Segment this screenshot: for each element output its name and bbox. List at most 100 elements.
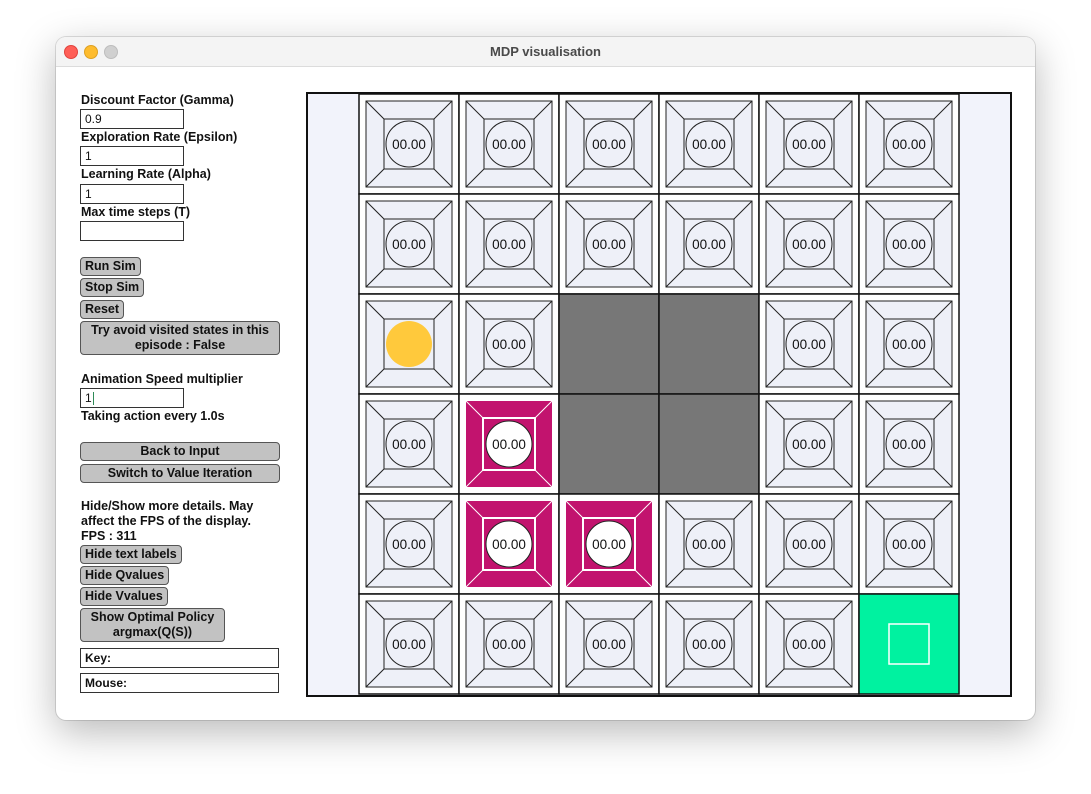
animation-speed-value: 1 (85, 391, 92, 405)
grid-cell-5-5[interactable] (858, 593, 960, 695)
back-to-input-button[interactable]: Back to Input (80, 442, 280, 461)
avoid-visited-line2: episode : False (134, 338, 226, 352)
grid-cell-5-4[interactable]: 00.00 (758, 593, 860, 695)
grid-cell-2-1[interactable]: 00.00 (458, 293, 560, 395)
grid-cell-2-5[interactable]: 00.00 (858, 293, 960, 395)
state-value-label: 00.00 (592, 237, 626, 252)
details-hint-line1: Hide/Show more details. May (81, 499, 254, 513)
grid-cell-0-3[interactable]: 00.00 (658, 94, 760, 195)
fps-counter: FPS : 311 (81, 529, 137, 543)
state-value-label: 00.00 (492, 637, 526, 652)
goal-cell (858, 593, 960, 695)
state-value-label: 00.00 (692, 637, 726, 652)
state-value-label: 00.00 (892, 337, 926, 352)
grid-cell-2-0[interactable] (358, 293, 460, 395)
grid-world: 00.00 00.00 00.00 00.00 00.00 00.00 00.00 00.00… (306, 92, 1012, 697)
grid-cell-4-2[interactable]: 00.00 (558, 493, 660, 595)
state-value-label: 00.00 (692, 537, 726, 552)
grid-cell-2-4[interactable]: 00.00 (758, 293, 860, 395)
epsilon-input[interactable]: 1 (80, 146, 184, 166)
grid-cell-1-1[interactable]: 00.00 (458, 193, 560, 295)
grid-cell-0-1[interactable]: 00.00 (458, 94, 560, 195)
grid-cell-2-2[interactable] (558, 293, 660, 395)
app-window: MDP visualisation Discount Factor (Gamma… (56, 37, 1035, 720)
state-value-label: 00.00 (892, 237, 926, 252)
window-title: MDP visualisation (489, 44, 601, 59)
grid-cell-5-1[interactable]: 00.00 (458, 593, 560, 695)
optimal-policy-line2: argmax(Q(S)) (112, 625, 193, 639)
state-value-label: 00.00 (792, 337, 826, 352)
grid-cell-4-5[interactable]: 00.00 (858, 493, 960, 595)
grid-cell-5-3[interactable]: 00.00 (658, 593, 760, 695)
state-value-label: 00.00 (392, 637, 426, 652)
grid-cell-2-3[interactable] (658, 293, 760, 395)
grid-cell-4-4[interactable]: 00.00 (758, 493, 860, 595)
mouse-status: Mouse: (80, 673, 279, 693)
wall-cell (558, 393, 660, 495)
grid-cell-3-2[interactable] (558, 393, 660, 495)
state-value-label: 00.00 (792, 537, 826, 552)
grid-cell-5-0[interactable]: 00.00 (358, 593, 460, 695)
max-steps-input[interactable] (80, 221, 184, 241)
state-value-label: 00.00 (492, 237, 526, 252)
stop-sim-button[interactable]: Stop Sim (80, 278, 145, 297)
title-bar: MDP visualisation (56, 37, 1035, 67)
wall-cell (658, 293, 760, 395)
state-value-label: 00.00 (492, 437, 526, 452)
state-value-label: 00.00 (492, 337, 526, 352)
grid-cell-1-5[interactable]: 00.00 (858, 193, 960, 295)
avoid-visited-line1: Try avoid visited states in this (91, 323, 269, 337)
main-panel: Discount Factor (Gamma) 0.9 Exploration … (56, 67, 1035, 720)
grid-cell-4-1[interactable]: 00.00 (458, 493, 560, 595)
grid-cell-4-0[interactable]: 00.00 (358, 493, 460, 595)
grid-cell-0-5[interactable]: 00.00 (858, 94, 960, 195)
animation-speed-input[interactable]: 1 (80, 388, 184, 408)
hide-vvalues-button[interactable]: Hide Vvalues (80, 587, 168, 606)
show-optimal-policy-button[interactable]: Show Optimal Policy argmax(Q(S)) (80, 608, 225, 642)
state-value-label: 00.00 (892, 137, 926, 152)
state-value-label: 00.00 (592, 137, 626, 152)
grid-cell-1-2[interactable]: 00.00 (558, 193, 660, 295)
grid-cell-3-5[interactable]: 00.00 (858, 393, 960, 495)
alpha-label: Learning Rate (Alpha) (81, 167, 211, 181)
state-value-label: 00.00 (392, 237, 426, 252)
grid-cell-0-0[interactable]: 00.00 (358, 94, 460, 195)
animation-speed-label: Animation Speed multiplier (81, 372, 243, 386)
state-value-label: 00.00 (692, 237, 726, 252)
wall-cell (558, 293, 660, 395)
hide-text-labels-button[interactable]: Hide text labels (80, 545, 182, 564)
grid-cell-4-3[interactable]: 00.00 (658, 493, 760, 595)
details-hint-line2: affect the FPS of the display. (81, 514, 251, 528)
optimal-policy-line1: Show Optimal Policy (90, 610, 215, 624)
state-value-label: 00.00 (892, 537, 926, 552)
grid-cell-5-2[interactable]: 00.00 (558, 593, 660, 695)
grid-cell-3-3[interactable] (658, 393, 760, 495)
grid-cell-1-0[interactable]: 00.00 (358, 193, 460, 295)
avoid-visited-toggle-button[interactable]: Try avoid visited states in this episode… (80, 321, 280, 355)
key-status: Key: (80, 648, 279, 668)
grid-cell-3-0[interactable]: 00.00 (358, 393, 460, 495)
gamma-input[interactable]: 0.9 (80, 109, 184, 129)
grid-cell-3-1[interactable]: 00.00 (458, 393, 560, 495)
state-value-label: 00.00 (892, 437, 926, 452)
state-value-label: 00.00 (792, 437, 826, 452)
switch-to-value-iteration-button[interactable]: Switch to Value Iteration (80, 464, 280, 483)
grid-cell-1-3[interactable]: 00.00 (658, 193, 760, 295)
hide-qvalues-button[interactable]: Hide Qvalues (80, 566, 170, 585)
alpha-input[interactable]: 1 (80, 184, 184, 204)
grid-cell-1-4[interactable]: 00.00 (758, 193, 860, 295)
run-sim-button[interactable]: Run Sim (80, 257, 141, 276)
state-value-label: 00.00 (792, 637, 826, 652)
state-value-label: 00.00 (792, 237, 826, 252)
state-value-label: 00.00 (392, 437, 426, 452)
wall-cell (658, 393, 760, 495)
gamma-label: Discount Factor (Gamma) (81, 93, 234, 107)
grid-cell-0-4[interactable]: 00.00 (758, 94, 860, 195)
reset-button[interactable]: Reset (80, 300, 125, 319)
epsilon-label: Exploration Rate (Epsilon) (81, 130, 238, 144)
grid-cell-0-2[interactable]: 00.00 (558, 94, 660, 195)
state-value-label: 00.00 (392, 537, 426, 552)
grid-cell-3-4[interactable]: 00.00 (758, 393, 860, 495)
state-value-label: 00.00 (792, 137, 826, 152)
state-value-label: 00.00 (492, 137, 526, 152)
